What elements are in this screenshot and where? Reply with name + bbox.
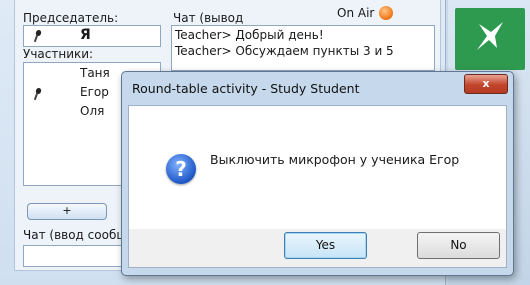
question-icon: ? [166,154,196,184]
chairman-name: Я [80,27,91,43]
close-button[interactable]: x [464,74,508,94]
add-button[interactable]: + [27,203,107,220]
chat-line: Teacher> Обсуждаем пункты 3 и 5 [175,44,394,58]
bird-icon [477,22,503,50]
chairman-label: Председатель: [23,11,119,25]
no-button[interactable]: No [417,232,500,259]
on-air-label: On Air [337,6,375,20]
on-air-indicator-icon [379,6,393,20]
confirm-dialog: Round-table activity - Study Student x ?… [121,71,514,276]
chat-output-box: Teacher> Добрый день! Teacher> Обсуждаем… [171,25,435,71]
app-tile[interactable] [455,8,525,70]
participant-item[interactable]: Оля [80,104,104,118]
participants-label: Участники: [23,47,94,61]
microphone-icon [35,30,41,40]
yes-button[interactable]: Yes [284,232,367,259]
chairman-field: Я [23,25,161,47]
chat-output-label: Чат (вывод [173,11,244,25]
microphone-icon [35,88,41,98]
dialog-title: Round-table activity - Study Student [132,81,360,96]
participant-item[interactable]: Егор [80,85,109,99]
chat-line: Teacher> Добрый день! [175,28,324,42]
participant-item[interactable]: Таня [80,66,110,80]
dialog-message: Выключить микрофон у ученика Егор [210,152,460,167]
